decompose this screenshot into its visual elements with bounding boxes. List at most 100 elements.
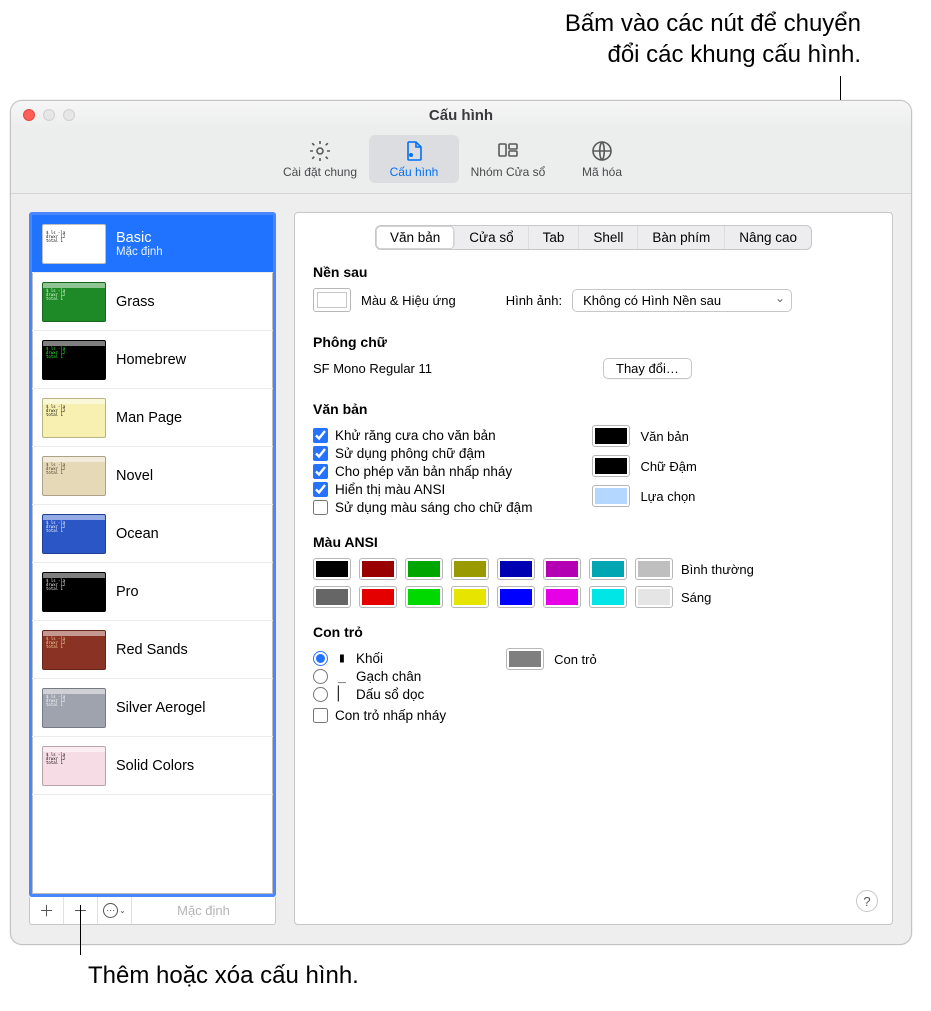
tab-shell[interactable]: Shell — [579, 226, 638, 249]
profile-tabs: Văn bản Cửa sổ Tab Shell Bàn phím Nâng c… — [375, 225, 812, 250]
section-font: Phông chữ — [313, 334, 874, 350]
profile-thumbnail: $ ls -ladrwxr 12total 1 — [42, 224, 106, 264]
section-ansi: Màu ANSI — [313, 534, 874, 550]
tab-keyboard[interactable]: Bàn phím — [638, 226, 725, 249]
ansi-color-well[interactable] — [405, 558, 443, 580]
background-image-select[interactable]: Không có Hình Nền sau — [572, 289, 792, 312]
profile-label: Novel — [116, 468, 153, 484]
profile-item-homebrew[interactable]: $ ls -ladrwxr 12total 1 Homebrew — [32, 331, 273, 389]
checkbox-antialias[interactable]: Khử răng cưa cho văn bản — [313, 428, 532, 443]
profile-thumbnail: $ ls -ladrwxr 12total 1 — [42, 398, 106, 438]
profile-label: Red Sands — [116, 642, 188, 658]
section-background: Nền sau — [313, 264, 874, 280]
titlebar: Cấu hình — [11, 101, 911, 129]
profile-label: Pro — [116, 584, 139, 600]
profile-item-silver-aerogel[interactable]: $ ls -ladrwxr 12total 1Silver Aerogel — [32, 679, 273, 737]
profile-list[interactable]: $ ls -ladrwxr 12total 1BasicMặc định$ ls… — [29, 212, 276, 897]
gear-icon — [306, 139, 334, 163]
tool-encoding[interactable]: Mã hóa — [557, 135, 647, 183]
preferences-window: Cấu hình Cài đặt chung Cấu hình Nhóm Cửa… — [10, 100, 912, 945]
background-image-label: Hình ảnh: — [506, 293, 562, 308]
ansi-color-well[interactable] — [451, 558, 489, 580]
default-button[interactable]: Mặc định — [132, 897, 275, 924]
cursor-color-label: Con trỏ — [554, 652, 597, 667]
ansi-color-well[interactable] — [589, 586, 627, 608]
ansi-normal-row: Bình thường — [313, 558, 874, 580]
ansi-color-well[interactable] — [497, 558, 535, 580]
change-font-button[interactable]: Thay đổi… — [603, 358, 692, 379]
ansi-color-well[interactable] — [497, 586, 535, 608]
profile-item-ocean[interactable]: $ ls -ladrwxr 12total 1 Ocean — [32, 505, 273, 563]
tool-window-groups[interactable]: Nhóm Cửa sổ — [463, 135, 553, 183]
checkbox-label: Sử dụng phông chữ đậm — [335, 446, 485, 461]
checkbox-bold-fonts[interactable]: Sử dụng phông chữ đậm — [313, 446, 532, 461]
ansi-color-well[interactable] — [635, 586, 673, 608]
checkbox-bright-bold[interactable]: Sử dụng màu sáng cho chữ đậm — [313, 500, 532, 515]
ansi-color-well[interactable] — [589, 558, 627, 580]
tool-general[interactable]: Cài đặt chung — [275, 135, 365, 183]
radio-label: Dấu sổ dọc — [356, 687, 424, 702]
bold-color-well[interactable] — [592, 455, 630, 477]
ansi-color-well[interactable] — [313, 586, 351, 608]
callout-line-bottom — [80, 905, 81, 955]
profile-item-grass[interactable]: $ ls -ladrwxr 12total 1Grass — [32, 273, 273, 331]
tab-text[interactable]: Văn bản — [376, 226, 455, 249]
ansi-color-well[interactable] — [543, 586, 581, 608]
profile-item-man-page[interactable]: $ ls -ladrwxr 12total 1Man Page — [32, 389, 273, 447]
profile-thumbnail: $ ls -ladrwxr 12total 1 — [42, 456, 106, 496]
profile-icon — [400, 139, 428, 163]
tab-advanced[interactable]: Nâng cao — [725, 226, 811, 249]
ansi-bright-row: Sáng — [313, 586, 874, 608]
window-groups-icon — [494, 139, 522, 163]
checkbox-label: Khử răng cưa cho văn bản — [335, 428, 496, 443]
radio-cursor-underline[interactable]: _ Gạch chân — [313, 668, 446, 684]
tab-tab[interactable]: Tab — [529, 226, 580, 249]
checkbox-blink[interactable]: Cho phép văn bản nhấp nháy — [313, 464, 532, 479]
profile-label: Solid Colors — [116, 758, 194, 774]
profile-item-solid-colors[interactable]: $ ls -ladrwxr 12total 1 Solid Colors — [32, 737, 273, 795]
ansi-color-well[interactable] — [635, 558, 673, 580]
tab-window[interactable]: Cửa sổ — [455, 226, 528, 249]
selection-color-well[interactable] — [592, 485, 630, 507]
remove-button[interactable]: － — [64, 897, 98, 924]
help-button[interactable]: ? — [856, 890, 878, 912]
add-button[interactable]: ＋ — [30, 897, 64, 924]
profile-item-red-sands[interactable]: $ ls -ladrwxr 12total 1Red Sands — [32, 621, 273, 679]
profile-thumbnail: $ ls -ladrwxr 12total 1 — [42, 746, 106, 786]
tool-profiles[interactable]: Cấu hình — [369, 135, 459, 183]
checkbox-label: Con trỏ nhấp nháy — [335, 708, 446, 723]
ansi-row-label: Bình thường — [681, 562, 874, 577]
ansi-color-well[interactable] — [405, 586, 443, 608]
radio-label: Gạch chân — [356, 669, 421, 684]
checkbox-ansi[interactable]: Hiển thị màu ANSI — [313, 482, 532, 497]
ansi-color-well[interactable] — [543, 558, 581, 580]
tool-label: Nhóm Cửa sổ — [471, 165, 546, 179]
radio-cursor-vbar[interactable]: ▏Dấu sổ dọc — [313, 686, 446, 702]
profile-thumbnail: $ ls -ladrwxr 12total 1 — [42, 688, 106, 728]
checkbox-cursor-blink[interactable]: Con trỏ nhấp nháy — [313, 708, 446, 723]
ansi-color-well[interactable] — [313, 558, 351, 580]
profile-item-pro[interactable]: $ ls -ladrwxr 12total 1Pro — [32, 563, 273, 621]
sidebar: $ ls -ladrwxr 12total 1BasicMặc định$ ls… — [29, 212, 276, 925]
block-cursor-icon: ▮ — [336, 650, 348, 666]
profile-item-novel[interactable]: $ ls -ladrwxr 12total 1 Novel — [32, 447, 273, 505]
ansi-color-well[interactable] — [451, 586, 489, 608]
radio-cursor-block[interactable]: ▮Khối — [313, 650, 446, 666]
globe-icon — [588, 139, 616, 163]
ansi-row-label: Sáng — [681, 590, 874, 605]
profile-thumbnail: $ ls -ladrwxr 12total 1 — [42, 514, 106, 554]
tool-label: Cài đặt chung — [283, 165, 357, 179]
action-menu-button[interactable]: ⋯ ⌄ — [98, 897, 132, 924]
ansi-color-well[interactable] — [359, 586, 397, 608]
background-color-well[interactable] — [313, 288, 351, 312]
text-color-well[interactable] — [592, 425, 630, 447]
underline-cursor-icon: _ — [336, 668, 348, 684]
profile-item-basic[interactable]: $ ls -ladrwxr 12total 1BasicMặc định — [32, 215, 273, 273]
profile-thumbnail: $ ls -ladrwxr 12total 1 — [42, 340, 106, 380]
callout-top: Bấm vào các nút để chuyển đổi các khung … — [565, 8, 861, 70]
profile-label: Ocean — [116, 526, 159, 542]
checkbox-label: Hiển thị màu ANSI — [335, 482, 445, 497]
cursor-color-well[interactable] — [506, 648, 544, 670]
profile-label: Homebrew — [116, 352, 186, 368]
ansi-color-well[interactable] — [359, 558, 397, 580]
